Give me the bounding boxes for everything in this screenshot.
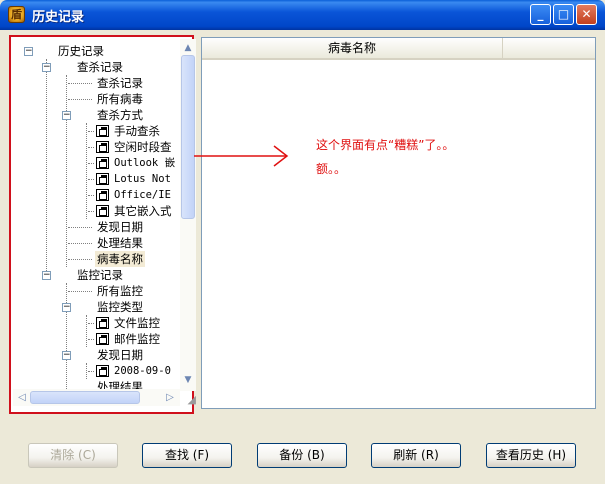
tree-item-outlook[interactable]: Outlook 嵌 <box>114 155 175 171</box>
tree-item-discover-date[interactable]: 发现日期 <box>97 219 143 235</box>
tree-vertical-scrollbar[interactable]: ▲ ▼ <box>180 39 196 391</box>
clear-button[interactable]: 清除 (C) <box>28 443 118 468</box>
close-button[interactable]: ✕ <box>576 4 597 25</box>
collapse-discover-date-icon[interactable]: − <box>62 351 71 360</box>
leaf-node-icon <box>96 333 109 345</box>
list-header: 病毒名称 <box>202 38 595 60</box>
virus-list-panel[interactable]: 病毒名称 <box>201 37 596 409</box>
leaf-node-icon <box>96 173 109 185</box>
collapse-monitor-type-icon[interactable]: − <box>62 303 71 312</box>
tree-item-scan-records[interactable]: 查杀记录 <box>77 59 123 75</box>
tree-item-monitor-type[interactable]: 监控类型 <box>97 299 143 315</box>
tree-horizontal-scrollbar[interactable]: ◁ ▷ <box>13 389 180 406</box>
leaf-node-icon <box>96 189 109 201</box>
maximize-button[interactable]: □ <box>553 4 574 25</box>
scroll-up-icon[interactable]: ▲ <box>180 41 196 55</box>
tree-item-scan-records-child[interactable]: 查杀记录 <box>97 75 143 91</box>
leaf-node-icon <box>96 317 109 329</box>
leaf-node-icon <box>96 125 109 137</box>
collapse-monitor-records-icon[interactable]: − <box>42 271 51 280</box>
window-title: 历史记录 <box>32 10 85 25</box>
tree-item-scan-method[interactable]: 查杀方式 <box>97 107 143 123</box>
collapse-scan-method-icon[interactable]: − <box>62 111 71 120</box>
minimize-button[interactable]: _ <box>530 4 551 25</box>
annotation-text-line1: 这个界面有点“糟糕”了。。 <box>316 138 455 152</box>
scroll-right-icon[interactable]: ▷ <box>163 389 177 406</box>
view-history-button[interactable]: 查看历史 (H) <box>486 443 576 468</box>
tree-item-office-ie[interactable]: Office/IE <box>114 187 171 203</box>
column-header-virus-name[interactable]: 病毒名称 <box>202 38 503 58</box>
tree-item-other-embedded[interactable]: 其它嵌入式 <box>114 203 172 219</box>
backup-button[interactable]: 备份 (B) <box>257 443 347 468</box>
refresh-button[interactable]: 刷新 (R) <box>371 443 461 468</box>
vertical-scroll-thumb[interactable] <box>181 55 195 219</box>
leaf-node-icon <box>96 205 109 217</box>
scroll-left-icon[interactable]: ◁ <box>15 389 29 406</box>
tree-item-all-viruses[interactable]: 所有病毒 <box>97 91 143 107</box>
horizontal-scroll-thumb[interactable] <box>30 391 140 404</box>
leaf-node-icon <box>96 157 109 169</box>
tree-item-mail-monitor[interactable]: 邮件监控 <box>114 331 160 347</box>
tree-item-date-entry[interactable]: 2008-09-0 <box>114 363 171 379</box>
scroll-down-icon[interactable]: ▼ <box>180 373 196 387</box>
history-tree: − 历史记录 − 查杀记录 查杀记录 所有病毒 − 查杀方式 手动查杀 空闲时段… <box>13 39 180 389</box>
column-header-extra[interactable] <box>504 38 595 58</box>
leaf-node-icon <box>96 365 109 377</box>
tree-item-monitor-discover-date[interactable]: 发现日期 <box>97 347 143 363</box>
collapse-scan-records-icon[interactable]: − <box>42 63 51 72</box>
tree-item-lotus[interactable]: Lotus Not <box>114 171 171 187</box>
tree-item-idle-scan[interactable]: 空闲时段查 <box>114 139 172 155</box>
tree-item-virus-name[interactable]: 病毒名称 <box>95 251 145 267</box>
tree-item-manual-scan[interactable]: 手动查杀 <box>114 123 160 139</box>
leaf-node-icon <box>96 141 109 153</box>
find-button[interactable]: 查找 (F) <box>142 443 232 468</box>
tree-item-monitor-records[interactable]: 监控记录 <box>77 267 123 283</box>
history-tree-panel: − 历史记录 − 查杀记录 查杀记录 所有病毒 − 查杀方式 手动查杀 空闲时段… <box>9 35 196 414</box>
annotation-text-line2: 额。。 <box>316 162 347 176</box>
annotation-arrow-icon <box>194 145 289 167</box>
tree-item-monitor-process-result[interactable]: 处理结果 <box>97 379 143 389</box>
tree-item-process-result[interactable]: 处理结果 <box>97 235 143 251</box>
tree-item-file-monitor[interactable]: 文件监控 <box>114 315 160 331</box>
shield-logo-icon: 盾 <box>8 6 25 23</box>
title-bar[interactable]: 盾 历史记录 _ □ ✕ <box>0 0 605 30</box>
tree-item-history[interactable]: 历史记录 <box>58 43 104 59</box>
collapse-root-icon[interactable]: − <box>24 47 33 56</box>
resize-grip-icon[interactable]: ◢ <box>180 391 196 407</box>
tree-item-all-monitors[interactable]: 所有监控 <box>97 283 143 299</box>
